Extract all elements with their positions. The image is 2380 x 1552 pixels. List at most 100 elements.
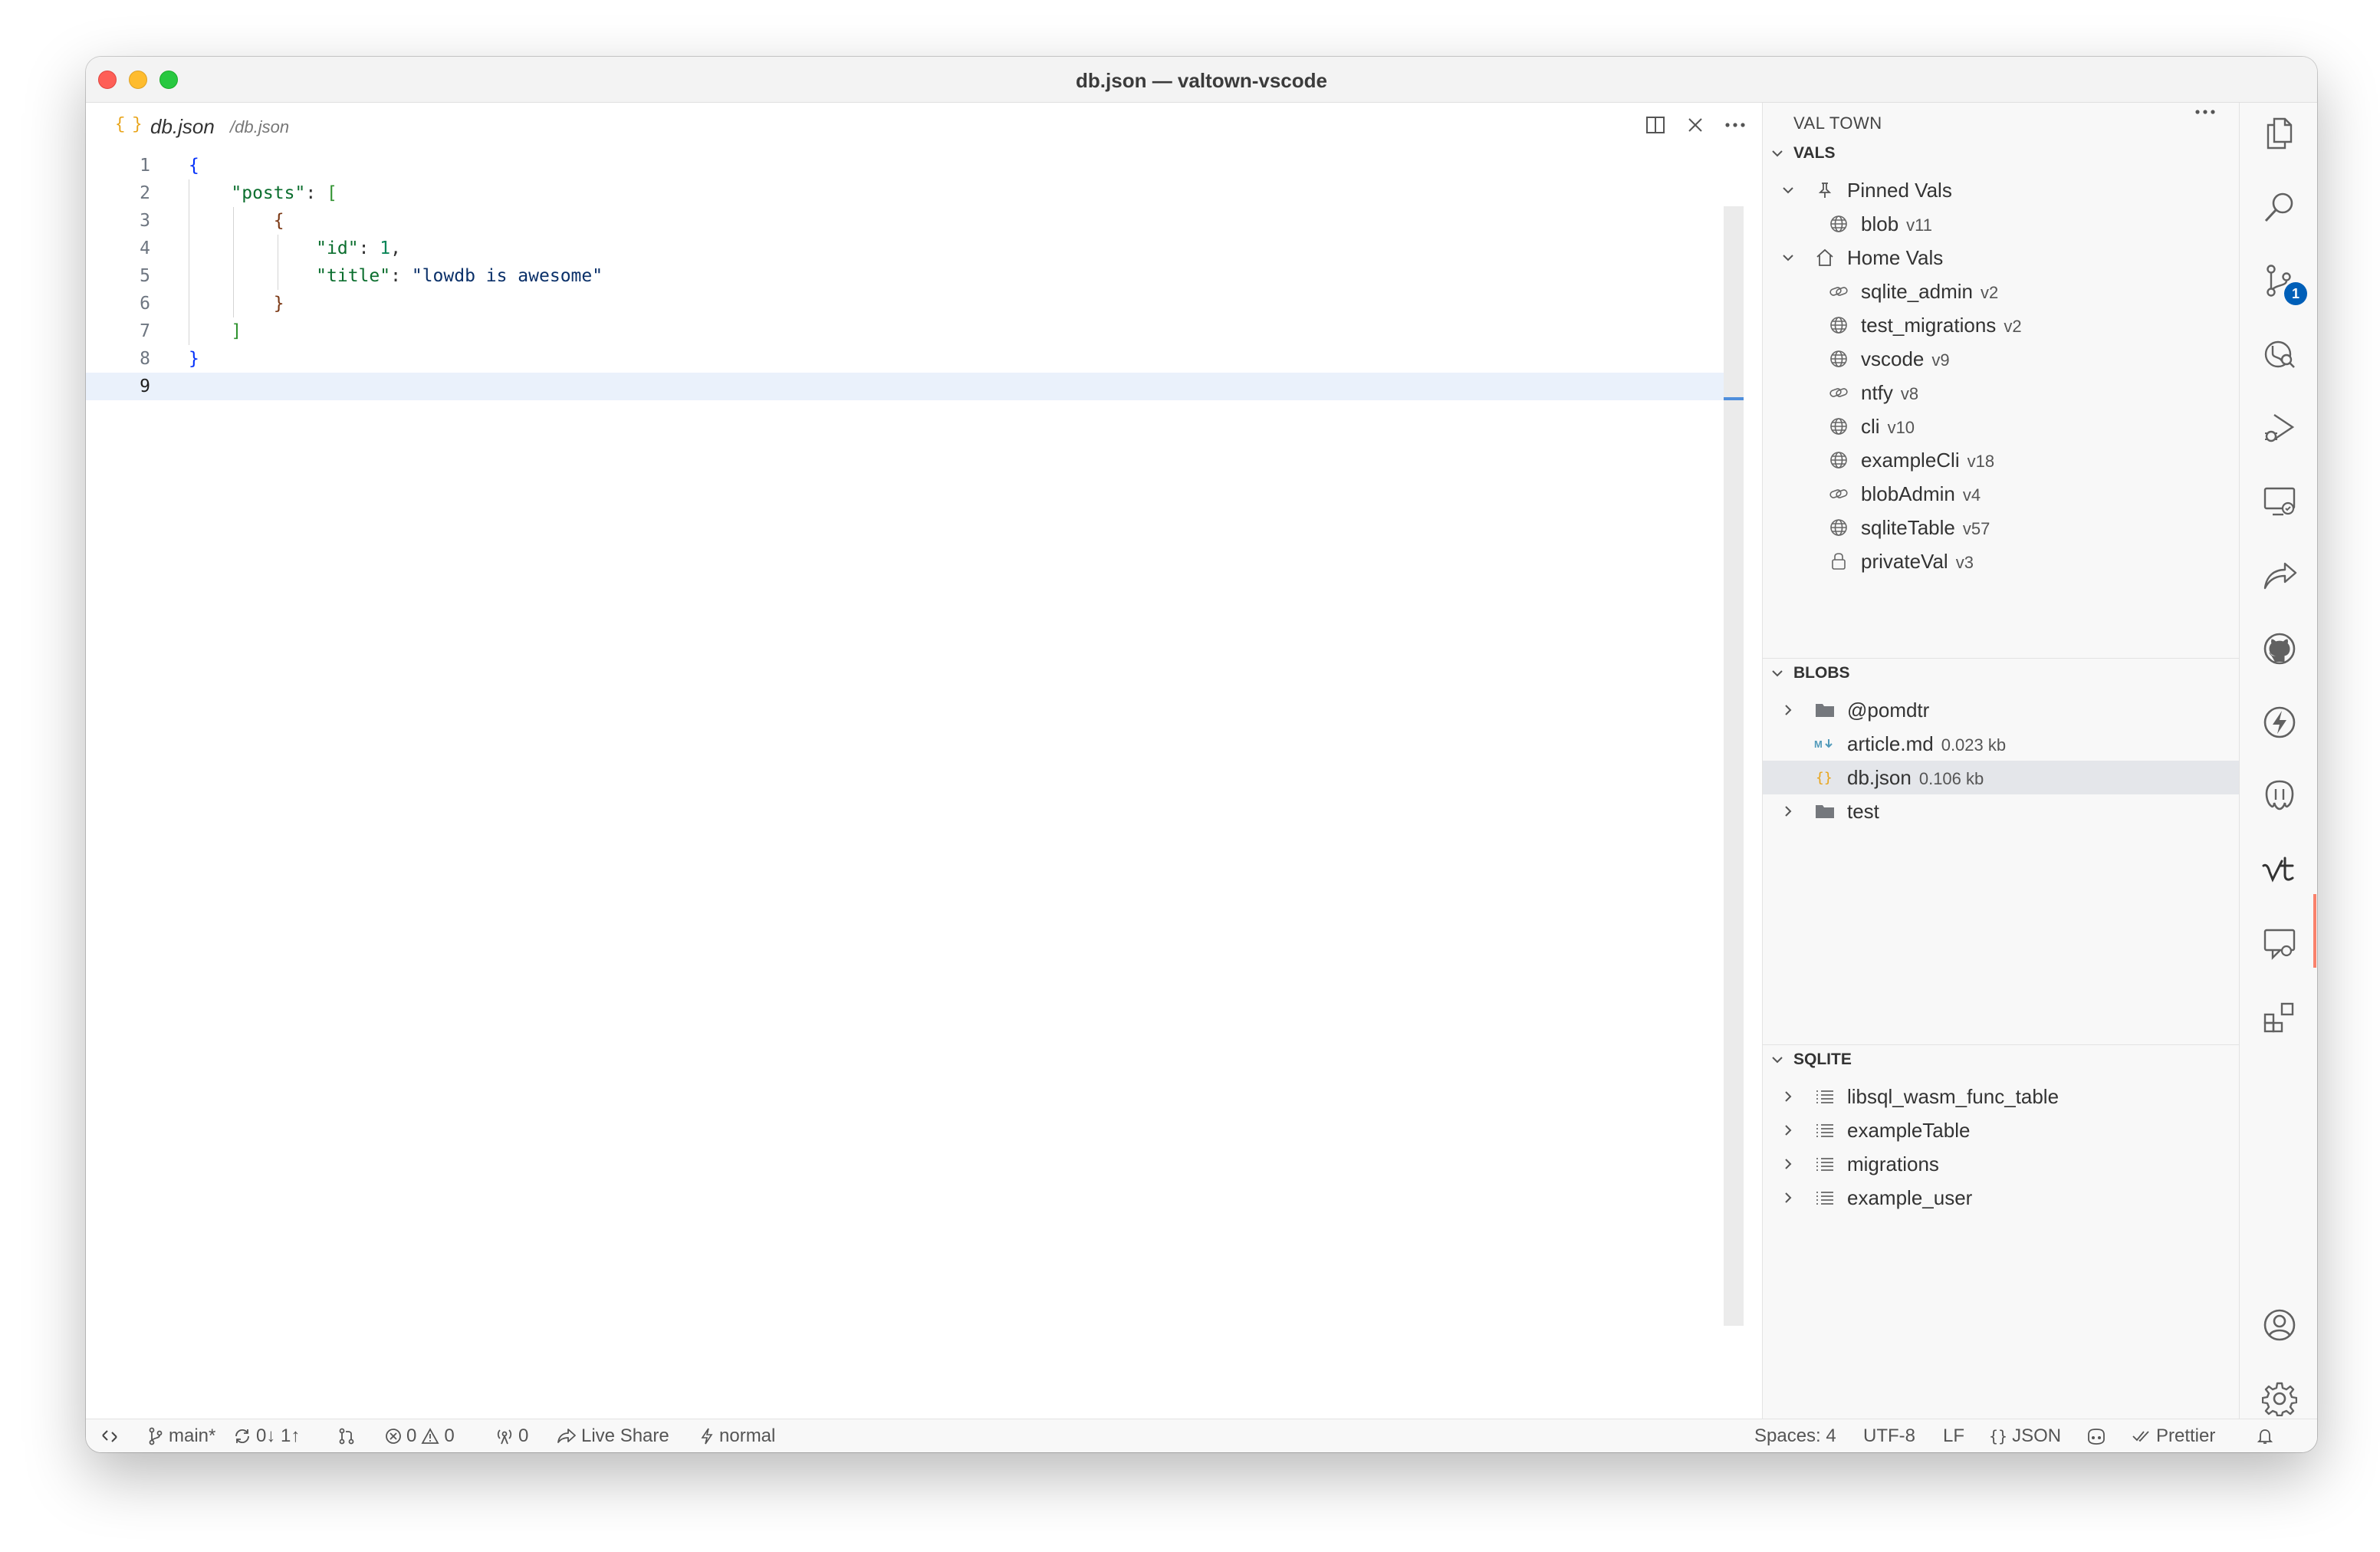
line-number: 2 <box>140 183 150 203</box>
panel-more-icon[interactable] <box>2194 109 2216 115</box>
val-item[interactable]: ntfy v8 <box>1763 376 2239 409</box>
val-version: v2 <box>2004 316 2022 336</box>
prettier-status[interactable]: Prettier <box>2132 1419 2215 1452</box>
tab-db-json[interactable]: db.json <box>150 115 215 139</box>
branch-status[interactable]: main* <box>147 1419 215 1452</box>
search-icon[interactable] <box>2260 187 2299 227</box>
section-vals[interactable]: VALS <box>1763 140 2239 167</box>
chevron-right-icon[interactable] <box>1781 1157 1800 1171</box>
line-content: { <box>273 211 284 231</box>
postgres-icon[interactable] <box>2260 776 2299 816</box>
chevron-right-icon[interactable] <box>1781 1123 1800 1137</box>
language-status[interactable]: {} JSON <box>1989 1419 2061 1452</box>
tree-item-label: blob <box>1861 212 1899 235</box>
explorer-icon[interactable] <box>2260 113 2299 153</box>
line-number: 8 <box>140 349 150 369</box>
line-content: "id": 1, <box>316 238 401 258</box>
settings-gear-icon[interactable] <box>2260 1379 2299 1419</box>
active-view-indicator <box>2313 894 2316 968</box>
extensions-icon[interactable] <box>2260 997 2299 1037</box>
sqlite-table-item[interactable]: exampleTable <box>1763 1113 2239 1147</box>
remote-explorer-icon[interactable] <box>2260 482 2299 521</box>
live-share-status[interactable]: Live Share <box>557 1419 669 1452</box>
problems-status[interactable]: 0 0 <box>385 1419 455 1452</box>
line-number: 6 <box>140 294 150 314</box>
github-icon[interactable] <box>2260 629 2299 669</box>
indentation-status[interactable]: Spaces: 4 <box>1754 1419 1836 1452</box>
code-line: 3 { <box>86 207 1742 235</box>
line-content: { <box>189 156 199 176</box>
pin-icon <box>1813 179 1836 202</box>
remote-indicator-icon[interactable] <box>86 1419 133 1452</box>
run-debug-icon[interactable] <box>2260 408 2299 448</box>
blob-item[interactable]: Marticle.md 0.023 kb <box>1763 727 2239 761</box>
line-number: 4 <box>140 238 150 258</box>
chevron-right-icon[interactable] <box>1781 1090 1800 1103</box>
status-bar: main* 0↓ 1↑ 0 0 0 Live Share normal Spac… <box>86 1419 2317 1452</box>
sync-status[interactable]: 0↓ 1↑ <box>233 1419 300 1452</box>
blob-item[interactable]: @pomdtr <box>1763 693 2239 727</box>
val-item[interactable]: blobAdmin v4 <box>1763 477 2239 511</box>
live-share-icon <box>557 1427 577 1445</box>
val-item[interactable]: sqlite_admin v2 <box>1763 275 2239 308</box>
sqlite-table-item[interactable]: migrations <box>1763 1147 2239 1181</box>
live-share-icon[interactable] <box>2260 555 2299 595</box>
notifications-bell-icon[interactable] <box>2256 1419 2274 1452</box>
section-blobs[interactable]: BLOBS <box>1763 659 2239 687</box>
lightning-icon[interactable] <box>2260 702 2299 742</box>
val-item[interactable]: sqliteTable v57 <box>1763 511 2239 544</box>
val-item[interactable]: cli v10 <box>1763 409 2239 443</box>
blob-size: 0.023 kb <box>1941 735 2007 755</box>
table-list-icon <box>1813 1152 1836 1176</box>
encoding-status[interactable]: UTF-8 <box>1863 1419 1915 1452</box>
tree-item-label: exampleCli <box>1861 448 1960 472</box>
sqlite-table-item[interactable]: libsql_wasm_func_table <box>1763 1080 2239 1113</box>
remote-search-icon[interactable] <box>2260 334 2299 374</box>
chevron-right-icon[interactable] <box>1781 703 1800 717</box>
close-tab-icon[interactable] <box>1682 112 1708 138</box>
chevron-right-icon[interactable] <box>1781 1191 1800 1205</box>
tree-pinned-vals[interactable]: Pinned Vals <box>1763 173 2239 207</box>
vscode-window: db.json — valtown-vscode { } db.json /db… <box>86 57 2317 1452</box>
chevron-right-icon[interactable] <box>1781 804 1800 818</box>
vim-mode-status[interactable]: normal <box>699 1419 775 1452</box>
code-line: 2 "posts": [ <box>86 179 1742 207</box>
pull-request-icon[interactable] <box>337 1419 356 1452</box>
code-line: 6 } <box>86 290 1742 317</box>
val-item[interactable]: exampleCli v18 <box>1763 443 2239 477</box>
comments-icon[interactable] <box>2260 923 2299 963</box>
more-actions-icon[interactable] <box>1722 112 1748 138</box>
tree-item-label: cli <box>1861 414 1880 438</box>
svg-text:{}: {} <box>1816 770 1833 786</box>
section-sqlite[interactable]: SQLITE <box>1763 1046 2239 1074</box>
source-control-icon[interactable]: 1 <box>2260 261 2307 305</box>
val-town-icon[interactable] <box>2260 850 2299 889</box>
val-item[interactable]: privateVal v3 <box>1763 544 2239 578</box>
eol-status[interactable]: LF <box>1943 1419 1964 1452</box>
tree-item-label: vscode <box>1861 347 1925 370</box>
ports-status[interactable]: 0 <box>495 1419 528 1452</box>
code-editor[interactable]: 1{2 "posts": [3 {4 "id": 1, 5 "title": "l… <box>86 152 1742 1325</box>
val-item[interactable]: vscode v9 <box>1763 342 2239 376</box>
tree-item-label: migrations <box>1847 1152 1939 1176</box>
accounts-icon[interactable] <box>2260 1305 2299 1345</box>
activity-bar: 1 <box>2239 103 2317 1419</box>
line-content: "posts": [ <box>231 183 337 203</box>
editor-scrollbar[interactable] <box>1724 206 1744 1326</box>
code-line: 7 ] <box>86 317 1742 345</box>
blob-item[interactable]: {} db.json 0.106 kb <box>1763 761 2239 794</box>
window-title: db.json — valtown-vscode <box>1076 69 1327 92</box>
code-line: 8} <box>86 345 1742 373</box>
title-bar: db.json — valtown-vscode <box>86 57 2317 103</box>
sqlite-table-item[interactable]: example_user <box>1763 1181 2239 1215</box>
val-version: v2 <box>1980 282 1999 302</box>
table-list-icon <box>1813 1186 1836 1209</box>
val-item[interactable]: test_migrations v2 <box>1763 308 2239 342</box>
copilot-icon[interactable] <box>2086 1419 2107 1452</box>
table-list-icon <box>1813 1119 1836 1142</box>
val-item[interactable]: blob v11 <box>1763 207 2239 241</box>
split-editor-icon[interactable] <box>1642 112 1668 138</box>
tree-home-vals[interactable]: Home Vals <box>1763 241 2239 275</box>
blob-item[interactable]: test <box>1763 794 2239 828</box>
warning-icon <box>421 1428 439 1445</box>
